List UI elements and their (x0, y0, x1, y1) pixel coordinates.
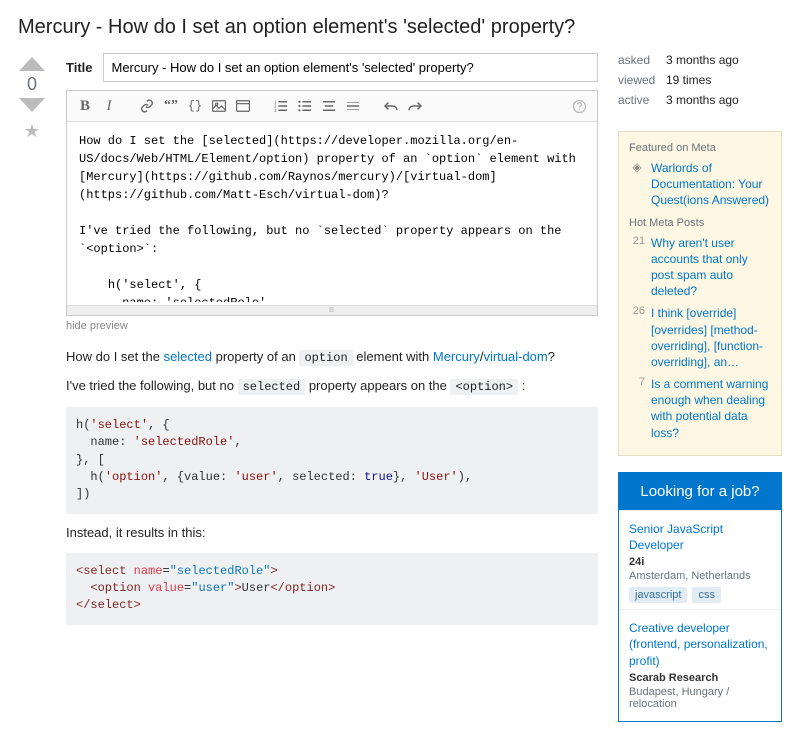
preview-text: ? (548, 349, 555, 364)
upvote-button[interactable] (19, 57, 45, 71)
svg-text:3: 3 (274, 108, 277, 112)
job-tag[interactable]: css (692, 587, 721, 603)
hide-preview-link[interactable]: hide preview (66, 320, 598, 332)
viewed-label: viewed (618, 73, 666, 87)
vote-count: 7 (629, 376, 645, 441)
inline-code: <option> (450, 379, 518, 395)
quote-button[interactable]: “” (161, 95, 181, 117)
title-label: Title (66, 60, 93, 75)
code-block: h('select', { name: 'selectedRole', }, [… (66, 407, 598, 514)
active-label: active (618, 93, 666, 107)
downvote-button[interactable] (19, 98, 45, 112)
bold-button[interactable]: B (75, 95, 95, 117)
favorite-button[interactable]: ★ (24, 121, 40, 142)
job-link[interactable]: Senior JavaScript Developer (629, 521, 771, 553)
preview-text: property appears on the (305, 378, 450, 393)
ulist-button[interactable] (295, 95, 315, 117)
featured-header: Featured on Meta (629, 142, 771, 154)
job-tag[interactable]: javascript (629, 587, 687, 603)
inline-code: selected (238, 379, 306, 395)
mercury-link[interactable]: Mercury (433, 349, 480, 364)
vote-score: 0 (27, 74, 37, 95)
preview-text: element with (353, 349, 433, 364)
job-link[interactable]: Creative developer (frontend, personaliz… (629, 620, 771, 669)
asked-value: 3 months ago (666, 53, 782, 67)
image-button[interactable] (209, 95, 229, 117)
viewed-value: 19 times (666, 73, 782, 87)
title-input[interactable] (103, 53, 599, 82)
meta-icon: ◈ (629, 160, 645, 209)
editor: B I “” {} 123 (66, 90, 598, 316)
inline-code: option (299, 350, 352, 366)
body-textarea[interactable]: How do I set the [selected](https://deve… (67, 122, 597, 302)
preview-text: : (518, 378, 525, 393)
job-company: Scarab Research (629, 672, 771, 684)
active-value: 3 months ago (666, 93, 782, 107)
editor-toolbar: B I “” {} 123 (67, 91, 597, 122)
preview-text: property of an (212, 349, 299, 364)
vote-count: 21 (629, 235, 645, 300)
hot-meta-link[interactable]: Is a comment warning enough when dealing… (651, 376, 771, 441)
vote-count: 26 (629, 305, 645, 370)
virtual-dom-link[interactable]: virtual-dom (483, 349, 547, 364)
job-company: 24i (629, 556, 771, 568)
preview-text: I've tried the following, but no (66, 378, 238, 393)
selected-link[interactable]: selected (164, 349, 212, 364)
help-button[interactable] (569, 95, 589, 117)
meta-box: Featured on Meta ◈ Warlords of Documenta… (618, 131, 782, 456)
olist-button[interactable]: 123 (271, 95, 291, 117)
resize-grip[interactable]: ≡ (67, 305, 597, 315)
jobs-box: Looking for a job? Senior JavaScript Dev… (618, 472, 782, 722)
heading-button[interactable] (319, 95, 339, 117)
preview-text: Instead, it results in this: (66, 524, 598, 543)
link-button[interactable] (137, 95, 157, 117)
asked-label: asked (618, 53, 666, 67)
jobs-header: Looking for a job? (619, 473, 781, 510)
italic-button[interactable]: I (99, 95, 119, 117)
hot-meta-link[interactable]: Why aren't user accounts that only post … (651, 235, 771, 300)
code-block: <select name="selectedRole"> <option val… (66, 553, 598, 625)
hot-header: Hot Meta Posts (629, 217, 771, 229)
snippet-button[interactable] (233, 95, 253, 117)
redo-button[interactable] (405, 95, 425, 117)
hr-button[interactable] (343, 95, 363, 117)
preview-pane: How do I set the selected property of an… (66, 348, 598, 625)
undo-button[interactable] (381, 95, 401, 117)
page-title: Mercury - How do I set an option element… (18, 16, 782, 39)
hot-meta-link[interactable]: I think [override] [overrides] [method-o… (651, 305, 771, 370)
job-location: Budapest, Hungary / relocation (629, 686, 771, 710)
code-button[interactable]: {} (185, 95, 205, 117)
job-location: Amsterdam, Netherlands (629, 570, 771, 582)
preview-text: How do I set the (66, 349, 164, 364)
featured-link[interactable]: Warlords of Documentation: Your Quest(io… (651, 160, 771, 209)
